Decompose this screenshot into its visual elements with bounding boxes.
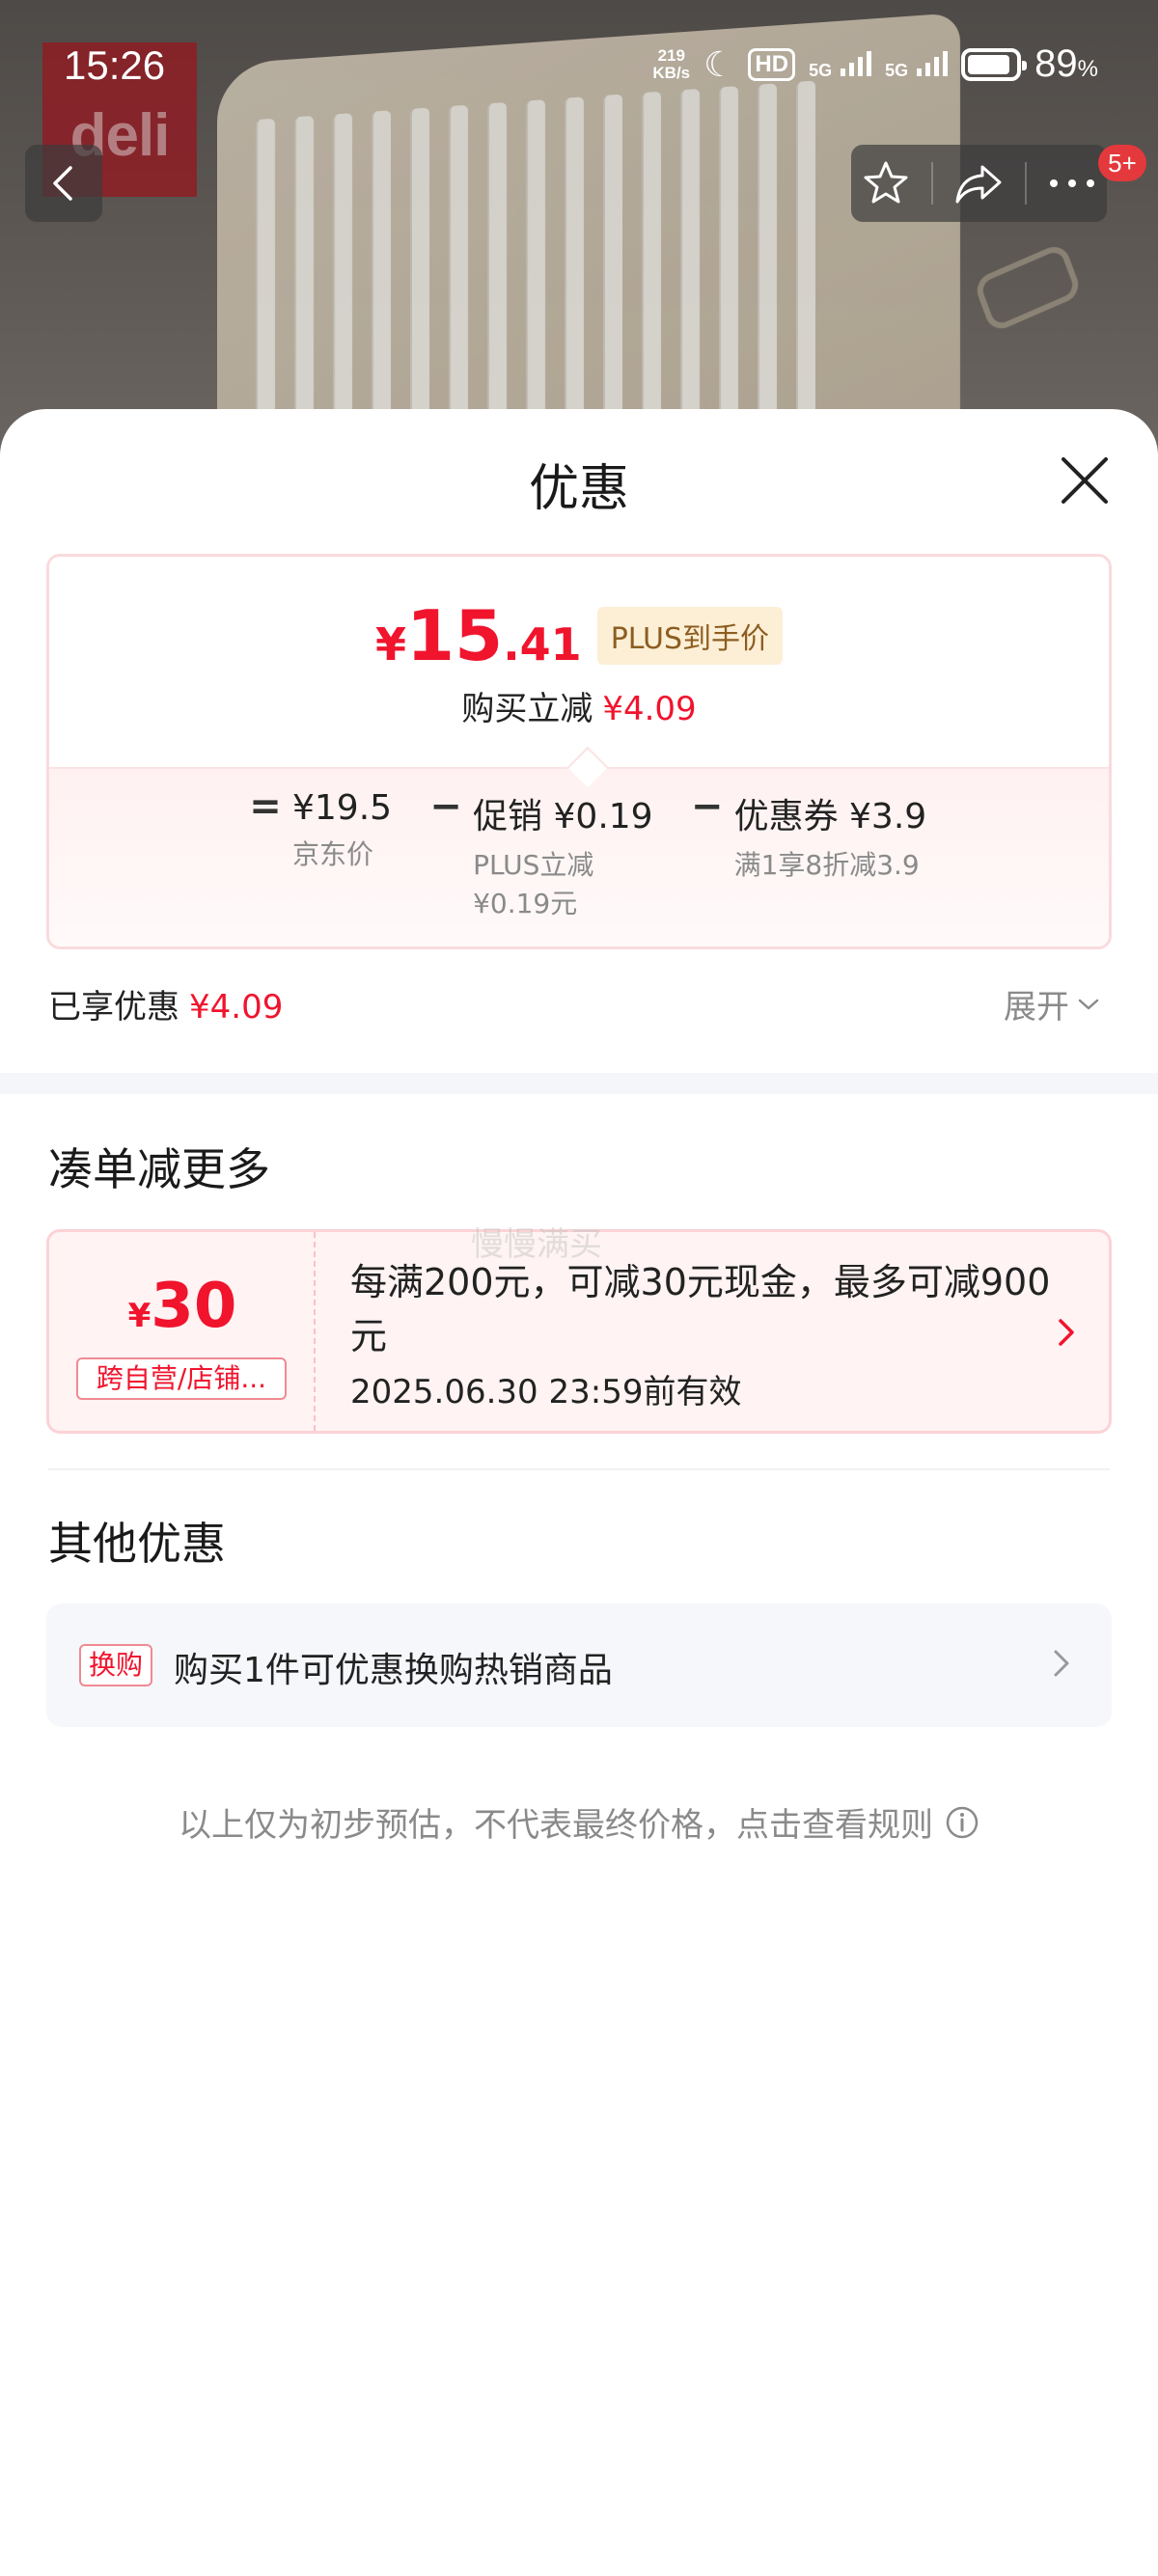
sheet-title: 优惠 — [528, 460, 629, 518]
formula-term-promotion: 促销 ¥0.19 PLUS立减 ¥0.19元 — [473, 797, 653, 919]
coupon-validity: 2025.06.30 23:59前有效 — [350, 1373, 742, 1411]
favorite-star-icon[interactable] — [862, 159, 910, 207]
status-icons: 219 KB/s ☾ HD 5G 5G 89% — [652, 42, 1098, 86]
formula-term-coupon: 优惠券 ¥3.9 满1享8折减3.9 — [733, 797, 927, 881]
discount-sheet: 优惠 ¥15.41 PLUS到手价 购买立减¥4.09 = ¥19.5 京东价 — [0, 409, 1158, 2576]
plus-price-tag: PLUS到手价 — [596, 607, 784, 665]
section-title-other: 其他优惠 — [48, 1518, 226, 1570]
network-speed: 219 KB/s — [652, 45, 691, 82]
minus-sign: − — [690, 784, 724, 829]
section-divider — [0, 1073, 1158, 1094]
info-icon — [946, 1806, 979, 1838]
signal-icon-2: 5G — [885, 47, 949, 81]
close-icon[interactable] — [1058, 453, 1112, 507]
chevron-left-icon — [53, 166, 72, 201]
price-formula: = ¥19.5 京东价 − 促销 ¥0.19 PLUS立减 ¥0.19元 − 优… — [238, 784, 953, 923]
minus-sign: − — [429, 784, 462, 829]
chevron-right-icon — [1059, 1319, 1074, 1346]
watermark-text: 慢慢满买 — [471, 1225, 602, 1264]
nav-actions — [851, 145, 1107, 222]
hd-icon: HD — [748, 47, 796, 81]
expand-button[interactable]: 展开 — [1004, 980, 1100, 1028]
enjoyed-discount: 已享优惠 ¥4.09 — [48, 988, 284, 1027]
battery-fill — [968, 54, 1009, 74]
coupon-scope-tag: 跨自营/店铺... — [76, 1357, 287, 1400]
more-icon[interactable] — [1048, 178, 1096, 189]
signal-icon: 5G — [809, 47, 872, 81]
moon-icon: ☾ — [703, 43, 735, 84]
back-button[interactable] — [25, 145, 102, 222]
section-title-more: 凑单减更多 — [48, 1143, 270, 1195]
exchange-offer-row[interactable]: 换购 购买1件可优惠换购热销商品 — [46, 1603, 1112, 1727]
instant-reduce: 购买立减 ¥4.09 — [461, 690, 697, 728]
divider — [48, 1468, 1110, 1470]
exchange-text: 购买1件可优惠换购热销商品 — [174, 1651, 613, 1690]
final-price: ¥15.41 PLUS到手价 — [49, 595, 1109, 676]
battery-icon — [961, 47, 1028, 81]
notification-badge: 5+ — [1098, 145, 1146, 181]
price-breakdown-card: ¥15.41 PLUS到手价 购买立减 ¥4.09 = ¥19.5 京东价 − 促… — [46, 554, 1112, 949]
battery-percent: 89% — [1034, 42, 1098, 85]
formula-term-jd-price: ¥19.5 京东价 — [292, 788, 393, 870]
chevron-right-icon — [1054, 1650, 1069, 1677]
status-time: 15:26 — [64, 42, 166, 88]
equals-sign: = — [249, 784, 282, 829]
status-bar: 15:26 219 KB/s ☾ HD 5G 5G 89% — [0, 39, 1158, 96]
exchange-tag: 换购 — [79, 1644, 153, 1686]
price-disclaimer[interactable]: 以上仅为初步预估，不代表最终价格，点击查看规则 — [0, 1798, 1158, 1846]
chevron-down-icon — [1078, 999, 1099, 1009]
coupon-description: 每满200元，可减30元现金，最多可减900元 — [350, 1261, 1051, 1357]
share-icon[interactable] — [953, 161, 1004, 206]
coupon-amount: ¥30 — [127, 1271, 237, 1342]
